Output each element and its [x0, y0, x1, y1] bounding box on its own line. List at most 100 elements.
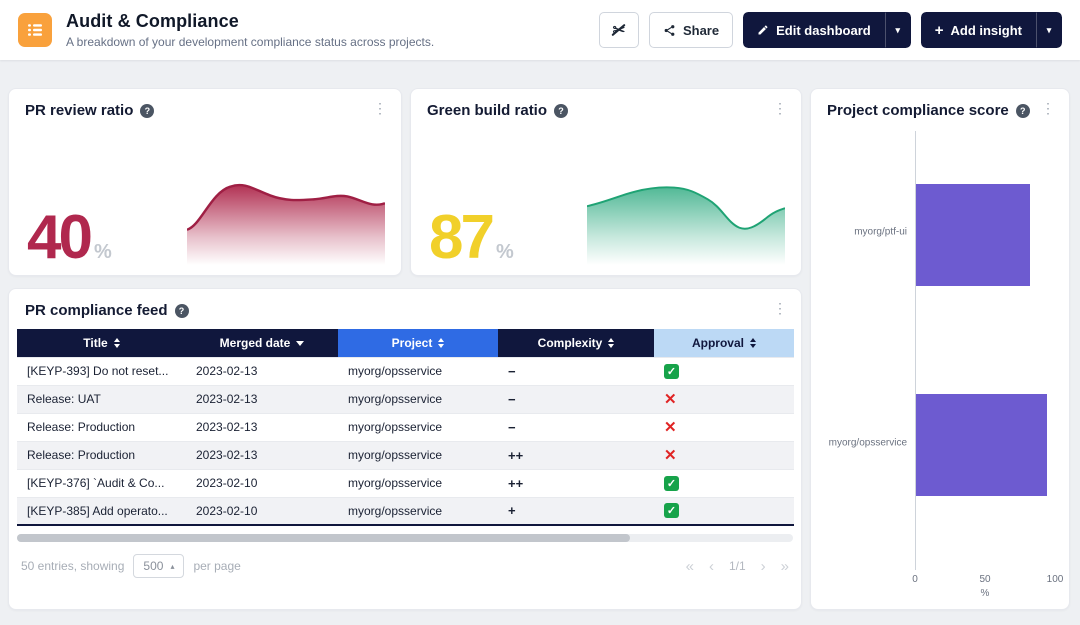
- kebab-menu-icon[interactable]: ⋮: [769, 99, 791, 117]
- pr-feed-table: Title Merged date Project Complexity App: [17, 329, 794, 526]
- cell-approval: [654, 497, 794, 525]
- page-subtitle: A breakdown of your development complian…: [66, 35, 434, 49]
- chevron-down-icon: ▾: [1047, 25, 1052, 36]
- cell-complexity: −: [498, 385, 654, 413]
- share-button[interactable]: Share: [649, 12, 733, 48]
- cell-merged-date: 2023-02-10: [186, 469, 338, 497]
- sort-icon: [750, 338, 756, 348]
- column-label: Approval: [692, 336, 744, 350]
- plus-icon: +: [935, 23, 944, 38]
- cell-complexity: +: [498, 497, 654, 525]
- column-header-merged-date[interactable]: Merged date: [186, 329, 338, 357]
- add-insight-group: + Add insight ▾: [921, 12, 1062, 48]
- x-tick: 50: [979, 574, 990, 585]
- kebab-menu-icon[interactable]: ⋮: [369, 99, 391, 117]
- column-label: Title: [83, 336, 107, 350]
- cell-approval: [654, 441, 794, 469]
- cell-approval: [654, 385, 794, 413]
- table-zone: Title Merged date Project Complexity App: [9, 319, 801, 526]
- axis-spacer: [817, 588, 915, 599]
- horizontal-scrollbar-thumb[interactable]: [17, 534, 630, 542]
- bar-opsservice: [916, 394, 1047, 496]
- plot-area: [915, 131, 1055, 570]
- add-insight-menu-button[interactable]: ▾: [1036, 12, 1062, 48]
- entries-text: 50 entries, showing: [21, 559, 124, 573]
- column-label: Merged date: [220, 336, 291, 350]
- column-header-title[interactable]: Title: [17, 329, 186, 357]
- x-axis-label-row: %: [811, 587, 1069, 609]
- card-title: Project compliance score: [827, 102, 1009, 119]
- metric-unit: %: [94, 241, 112, 264]
- approval-status-icon: [664, 364, 679, 379]
- sort-icon: [438, 338, 444, 348]
- help-icon[interactable]: ?: [554, 104, 568, 118]
- card-header: PR review ratio ? ⋮: [9, 89, 401, 119]
- list-icon: [27, 22, 43, 38]
- x-tick: 100: [1047, 574, 1064, 585]
- horizontal-scrollbar-track: [17, 534, 793, 542]
- pr-review-area-chart: [187, 167, 385, 265]
- cell-project: myorg/opsservice: [338, 385, 498, 413]
- cell-complexity: ++: [498, 469, 654, 497]
- cell-approval: [654, 357, 794, 385]
- scissors-slash-icon: ✂: [610, 21, 628, 39]
- edit-dashboard-group: Edit dashboard ▾: [743, 12, 911, 48]
- cell-merged-date: 2023-02-13: [186, 357, 338, 385]
- axis-spacer: [817, 574, 915, 587]
- bar-ptf-ui: [916, 184, 1030, 286]
- column-header-project[interactable]: Project: [338, 329, 498, 357]
- sort-icon: [608, 338, 614, 348]
- table-row: Release: Production 2023-02-13 myorg/ops…: [17, 441, 794, 469]
- header-titles: Audit & Compliance A breakdown of your d…: [66, 11, 434, 49]
- edit-dashboard-button[interactable]: Edit dashboard: [743, 12, 885, 48]
- prev-page-button[interactable]: ‹: [709, 558, 714, 575]
- help-icon[interactable]: ?: [175, 304, 189, 318]
- help-icon[interactable]: ?: [140, 104, 154, 118]
- scissors-slash-button[interactable]: ✂: [599, 12, 639, 48]
- cell-approval: [654, 413, 794, 441]
- metric-number: 87: [429, 212, 492, 265]
- next-page-button[interactable]: ›: [761, 558, 766, 575]
- pencil-icon: [757, 24, 769, 36]
- edit-dashboard-menu-button[interactable]: ▾: [885, 12, 911, 48]
- per-page-text: per page: [193, 559, 240, 573]
- dashboard-icon: [18, 13, 52, 47]
- add-insight-button[interactable]: + Add insight: [921, 12, 1036, 48]
- first-page-button[interactable]: «: [686, 558, 694, 575]
- approval-status-icon: [664, 418, 677, 436]
- edit-dashboard-label: Edit dashboard: [776, 23, 871, 38]
- cell-project: myorg/opsservice: [338, 357, 498, 385]
- cell-project: myorg/opsservice: [338, 497, 498, 525]
- add-insight-label: Add insight: [951, 23, 1023, 38]
- horizontal-bar-chart: myorg/ptf-ui myorg/opsservice: [811, 119, 1069, 570]
- help-icon[interactable]: ?: [1016, 104, 1030, 118]
- pr-review-ratio-card: PR review ratio ? ⋮ 40 %: [8, 88, 402, 276]
- sort-desc-icon: [296, 341, 304, 346]
- column-label: Project: [392, 336, 433, 350]
- cell-title: Release: Production: [17, 441, 186, 469]
- cell-complexity: ++: [498, 441, 654, 469]
- card-title: PR review ratio: [25, 102, 133, 119]
- page-size-select[interactable]: 500 ▴: [133, 554, 184, 578]
- page-indicator: 1/1: [729, 559, 746, 573]
- last-page-button[interactable]: »: [781, 558, 789, 575]
- pagination-controls: « ‹ 1/1 › »: [686, 558, 789, 575]
- project-compliance-score-card: Project compliance score ? ⋮ myorg/ptf-u…: [810, 88, 1070, 610]
- column-header-complexity[interactable]: Complexity: [498, 329, 654, 357]
- cell-project: myorg/opsservice: [338, 469, 498, 497]
- kebab-menu-icon[interactable]: ⋮: [769, 299, 791, 317]
- card-header: PR compliance feed ? ⋮: [9, 289, 801, 319]
- chevron-up-icon: ▴: [170, 562, 174, 571]
- table-row: [KEYP-385] Add operato... 2023-02-10 myo…: [17, 497, 794, 525]
- table-row: Release: UAT 2023-02-13 myorg/opsservice…: [17, 385, 794, 413]
- page-title: Audit & Compliance: [66, 11, 434, 32]
- column-header-approval[interactable]: Approval: [654, 329, 794, 357]
- kebab-menu-icon[interactable]: ⋮: [1037, 99, 1059, 117]
- x-axis-ticks: 0 50 100: [915, 574, 1055, 587]
- table-row: [KEYP-393] Do not reset... 2023-02-13 my…: [17, 357, 794, 385]
- cell-merged-date: 2023-02-10: [186, 497, 338, 525]
- x-axis-label: %: [915, 588, 1055, 599]
- cell-merged-date: 2023-02-13: [186, 413, 338, 441]
- green-build-area-chart: [587, 167, 785, 265]
- cell-title: [KEYP-393] Do not reset...: [17, 357, 186, 385]
